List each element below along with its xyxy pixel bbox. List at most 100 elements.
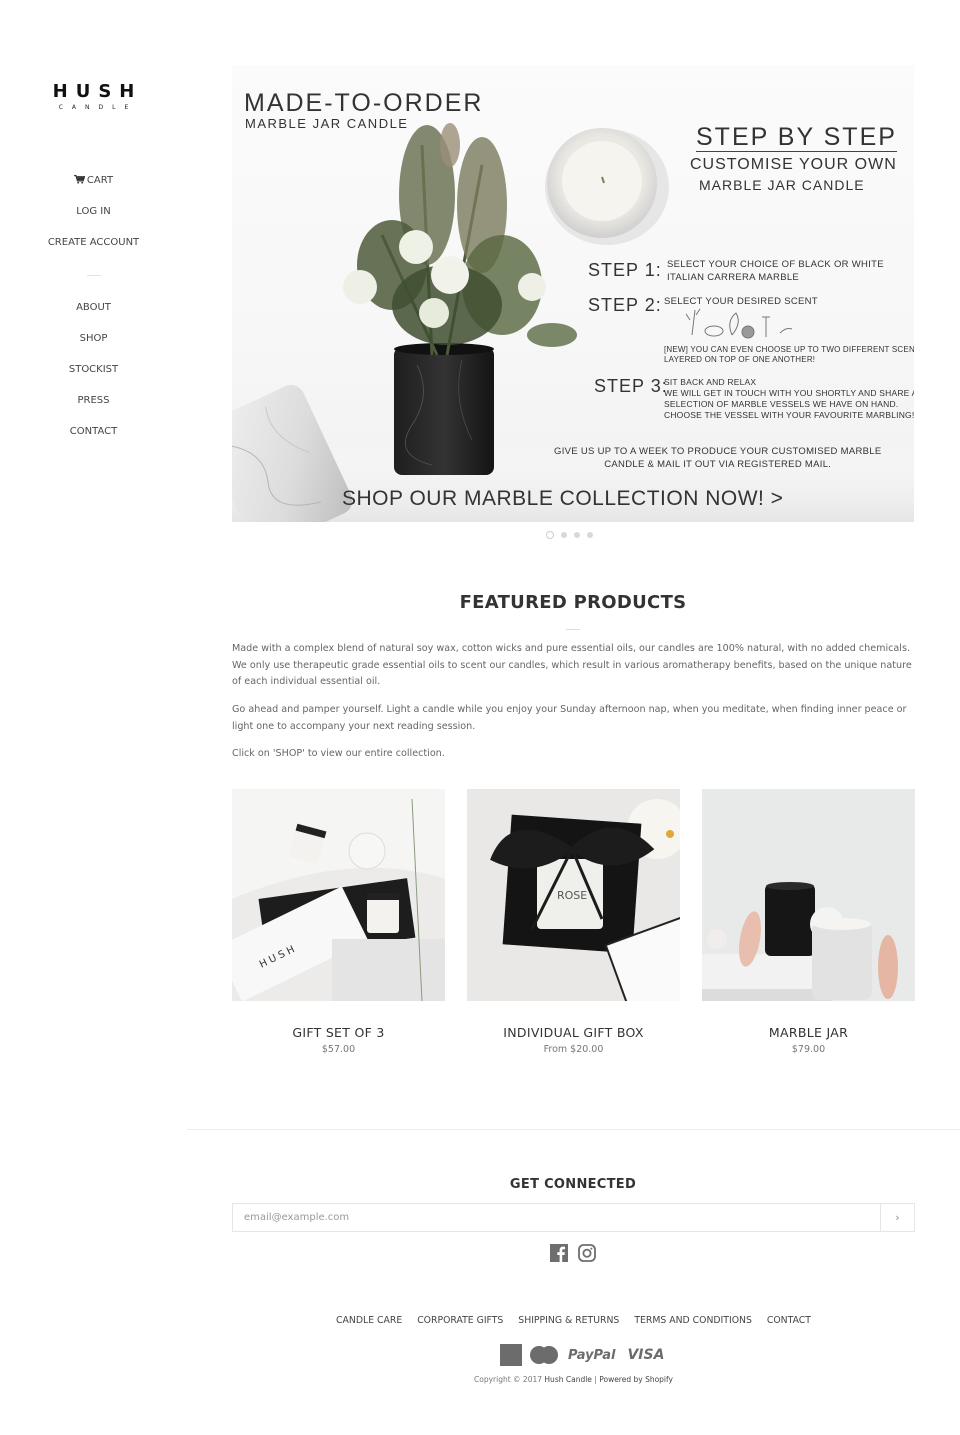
sidebar-item-about[interactable]: ABOUT: [0, 299, 187, 330]
product-title[interactable]: GIFT SET OF 3: [232, 1025, 445, 1041]
step2-label: STEP 2:: [588, 295, 662, 315]
product-card-marble-jar[interactable]: MARBLE JAR $79.00: [702, 789, 915, 1055]
log-in-link[interactable]: LOG IN: [76, 206, 110, 217]
instagram-icon[interactable]: [578, 1244, 596, 1262]
account-nav: CART LOG IN CREATE ACCOUNT: [0, 172, 187, 265]
create-account-link[interactable]: CREATE ACCOUNT: [48, 237, 139, 248]
sidebar-item-cart[interactable]: CART: [0, 172, 187, 203]
get-connected-title: GET CONNECTED: [509, 1177, 637, 1192]
step1-text-line2: ITALIAN CARRERA MARBLE: [667, 272, 800, 283]
shop-link[interactable]: SHOP: [80, 333, 108, 344]
logo[interactable]: HUSH CANDLE: [0, 82, 187, 113]
sidebar-item-press[interactable]: PRESS: [0, 392, 187, 423]
sidebar: HUSH CANDLE CART LOG IN CREATE ACCOUNT A…: [0, 0, 187, 500]
cart-icon: [74, 175, 85, 184]
sidebar-item-shop[interactable]: SHOP: [0, 330, 187, 361]
step3-line4: CHOOSE THE VESSEL WITH YOUR FAVOURITE MA…: [664, 410, 914, 420]
step1-text: SELECT YOUR CHOICE OF BLACK OR WHITE ITA…: [667, 258, 884, 284]
sidebar-item-create-account[interactable]: CREATE ACCOUNT: [0, 234, 187, 265]
slide-dot-3[interactable]: [574, 532, 580, 538]
steps-subtitle-2: MARBLE JAR CANDLE: [699, 177, 865, 193]
svg-text:ROSE: ROSE: [557, 889, 587, 902]
flower-bouquet: [343, 123, 577, 356]
copyright-text: Copyright © 2017: [474, 1375, 543, 1384]
mastercard-icon: [530, 1346, 558, 1364]
sidebar-item-log-in[interactable]: LOG IN: [0, 203, 187, 234]
hero-title: MADE-TO-ORDER: [244, 89, 484, 117]
step1-label: STEP 1:: [588, 260, 662, 280]
step3-label: STEP 3:: [594, 376, 668, 396]
product-image-marble-jar[interactable]: [702, 789, 915, 1001]
shop-collection-cta[interactable]: SHOP OUR MARBLE COLLECTION NOW! >: [342, 487, 783, 511]
newsletter-email-input[interactable]: [233, 1204, 880, 1231]
slide-dot-2[interactable]: [561, 532, 567, 538]
hero-subtitle: MARBLE JAR CANDLE: [245, 116, 409, 131]
main-nav: ABOUT SHOP STOCKIST PRESS CONTACT: [0, 299, 187, 454]
amex-icon: [500, 1344, 522, 1366]
cart-label: CART: [86, 175, 114, 186]
about-link[interactable]: ABOUT: [76, 302, 111, 313]
footer-link-contact[interactable]: CONTACT: [767, 1315, 811, 1326]
product-card-gift-set[interactable]: HUSH GIFT SET OF 3 $57.00: [232, 789, 445, 1055]
footer-divider: [187, 1129, 960, 1130]
slideshow-pagination: [546, 531, 593, 539]
brand-link[interactable]: Hush Candle: [544, 1375, 591, 1384]
logo-name: HUSH: [52, 81, 143, 102]
newsletter-submit-button[interactable]: ›: [880, 1204, 914, 1231]
copyright-separator: |: [594, 1375, 597, 1384]
press-link[interactable]: PRESS: [78, 395, 110, 406]
step2-note-line1: [NEW] YOU CAN EVEN CHOOSE UP TO TWO DIFF…: [664, 345, 914, 354]
step3-line1: SIT BACK AND RELAX: [664, 377, 757, 387]
featured-description-2: Go ahead and pamper yourself. Light a ca…: [232, 704, 907, 732]
newsletter-form: ›: [232, 1203, 915, 1232]
logo-subtitle: CANDLE: [58, 104, 138, 111]
production-note-line1: GIVE US UP TO A WEEK TO PRODUCE YOUR CUS…: [554, 446, 882, 457]
footer-link-terms[interactable]: TERMS AND CONDITIONS: [634, 1315, 752, 1326]
candle-wax: [562, 141, 642, 221]
footer-link-candle-care[interactable]: CANDLE CARE: [336, 1315, 402, 1326]
steps-title: STEP BY STEP: [696, 123, 897, 152]
step3-text: SIT BACK AND RELAX WE WILL GET IN TOUCH …: [664, 377, 914, 421]
step2-note: [NEW] YOU CAN EVEN CHOOSE UP TO TWO DIFF…: [664, 345, 914, 365]
stockist-link[interactable]: STOCKIST: [69, 364, 118, 375]
product-card-individual-gift-box[interactable]: ROSE INDIVIDUAL GIFT BOX From $20.00: [467, 789, 680, 1055]
sidebar-divider: [87, 275, 101, 276]
sidebar-item-stockist[interactable]: STOCKIST: [0, 361, 187, 392]
step2-note-line2: LAYERED ON TOP OF ONE ANOTHER!: [664, 355, 816, 364]
product-price: From $20.00: [543, 1044, 604, 1055]
footer-link-corporate-gifts[interactable]: CORPORATE GIFTS: [417, 1315, 503, 1326]
product-title[interactable]: MARBLE JAR: [702, 1025, 915, 1041]
product-title[interactable]: INDIVIDUAL GIFT BOX: [467, 1025, 680, 1041]
black-marble-jar: [394, 347, 494, 475]
product-price: $79.00: [791, 1044, 826, 1055]
powered-by-link[interactable]: Powered by Shopify: [599, 1375, 673, 1384]
slide-dot-1[interactable]: [546, 531, 554, 539]
hero-slide[interactable]: MADE-TO-ORDER MARBLE JAR CANDLE STEP BY …: [232, 65, 914, 522]
copyright: Copyright © 2017 Hush Candle | Powered b…: [232, 1375, 915, 1384]
sidebar-item-contact[interactable]: CONTACT: [0, 423, 187, 454]
product-image-individual-gift-box[interactable]: ROSE: [467, 789, 680, 1001]
product-image-gift-set[interactable]: HUSH: [232, 789, 445, 1001]
footer-link-shipping-returns[interactable]: SHIPPING & RETURNS: [518, 1315, 619, 1326]
paypal-icon: PayPal: [568, 1347, 616, 1363]
slide-dot-4[interactable]: [587, 532, 593, 538]
facebook-icon[interactable]: [550, 1244, 568, 1262]
payment-methods: PayPal VISA: [500, 1344, 664, 1366]
product-grid: HUSH GIFT SET OF 3 $57.00 ROSE INDIVIDUA…: [232, 789, 915, 1055]
scent-sketches: [685, 308, 793, 339]
step3-line3: SELECTION OF MARBLE VESSELS WE HAVE ON H…: [664, 399, 899, 409]
product-price: $57.00: [321, 1044, 356, 1055]
featured-products-title: FEATURED PRODUCTS: [459, 592, 687, 613]
social-links: [550, 1244, 596, 1262]
step3-line2: WE WILL GET IN TOUCH WITH YOU SHORTLY AN…: [664, 388, 914, 398]
footer-links: CANDLE CARE CORPORATE GIFTS SHIPPING & R…: [232, 1315, 915, 1326]
production-note-line2: CANDLE & MAIL IT OUT VIA REGISTERED MAIL…: [604, 459, 832, 470]
step1-text-line1: SELECT YOUR CHOICE OF BLACK OR WHITE: [667, 259, 884, 270]
contact-link[interactable]: CONTACT: [70, 426, 117, 437]
cart-link[interactable]: CART: [74, 175, 113, 186]
visa-icon: VISA: [627, 1347, 665, 1363]
featured-description-1: Made with a complex blend of natural soy…: [232, 643, 912, 687]
steps-subtitle-1: CUSTOMISE YOUR OWN: [690, 156, 897, 173]
featured-description-3: Click on 'SHOP' to view our entire colle…: [232, 748, 445, 759]
featured-divider: [566, 629, 580, 630]
